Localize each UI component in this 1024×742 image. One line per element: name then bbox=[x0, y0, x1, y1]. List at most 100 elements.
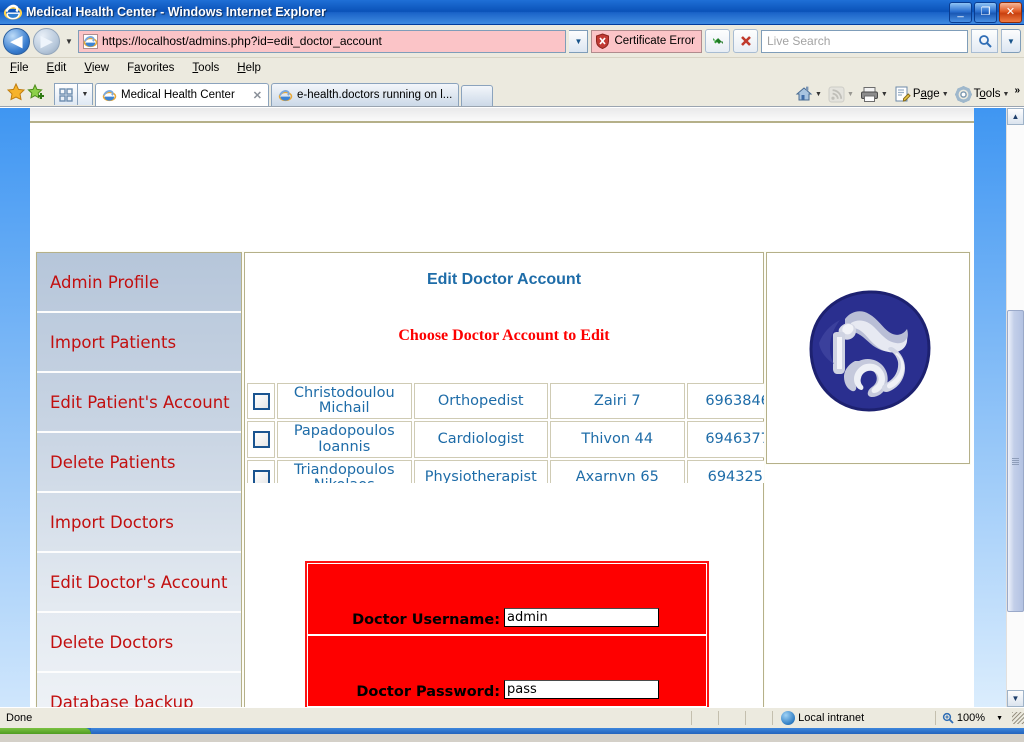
tab-list-dropdown[interactable]: ▼ bbox=[78, 83, 93, 105]
back-button[interactable]: ◀ bbox=[3, 27, 30, 55]
zoom-level-label: 100% bbox=[956, 712, 986, 724]
table-row[interactable]: Triandopoulos Nikolaos Physiotherapist A… bbox=[247, 459, 764, 483]
sidebar-item-edit-patients-account[interactable]: Edit Patient's Account bbox=[37, 373, 241, 433]
resize-grip-icon[interactable] bbox=[1012, 712, 1024, 724]
address-bar-dropdown[interactable]: ▼ bbox=[569, 29, 589, 53]
zoom-level-control[interactable]: 100% ▼ bbox=[936, 712, 1024, 724]
home-button[interactable]: ▼ bbox=[795, 85, 822, 103]
start-button[interactable] bbox=[0, 728, 92, 734]
doctor-address-cell: Axarnvn 65 bbox=[550, 459, 685, 483]
menu-item-file[interactable]: File bbox=[10, 62, 29, 74]
certificate-error-shield-icon bbox=[595, 33, 610, 50]
page-vertical-scrollbar[interactable]: ▲ ▼ bbox=[1006, 108, 1024, 707]
zoom-dropdown-icon[interactable]: ▼ bbox=[996, 715, 1003, 722]
scroll-down-button[interactable]: ▼ bbox=[1007, 690, 1024, 707]
favorites-star-icon[interactable] bbox=[6, 82, 26, 102]
menu-item-edit[interactable]: Edit bbox=[47, 62, 67, 74]
menu-item-tools[interactable]: Tools bbox=[192, 62, 219, 74]
doctor-name-cell: Papadopoulos Ioannis bbox=[277, 421, 412, 458]
print-button[interactable]: ▼ bbox=[860, 86, 888, 103]
password-label: Doctor Password: bbox=[356, 684, 500, 700]
row-checkbox[interactable] bbox=[252, 392, 270, 410]
scroll-up-button[interactable]: ▲ bbox=[1007, 108, 1024, 125]
quick-tabs-icon[interactable] bbox=[54, 83, 78, 105]
page-menu-button[interactable]: Page ▼ bbox=[894, 86, 949, 102]
sidebar-item-label: Delete Patients bbox=[50, 452, 176, 472]
address-bar-input[interactable]: https://localhost/admins.php?id=edit_doc… bbox=[78, 29, 567, 53]
doctor-name-cell: Triandopoulos Nikolaos bbox=[277, 459, 412, 483]
search-input[interactable]: Live Search bbox=[761, 29, 968, 53]
doctors-table: Christodoulou Michail Orthopedist Zairi … bbox=[245, 381, 764, 483]
intranet-globe-icon bbox=[781, 711, 796, 725]
doctor-specialty-cell: Orthopedist bbox=[413, 383, 548, 420]
search-placeholder: Live Search bbox=[767, 34, 831, 48]
chevron-down-icon[interactable]: ▼ bbox=[942, 91, 949, 98]
sidebar-item-delete-patients[interactable]: Delete Patients bbox=[37, 433, 241, 493]
tab-bar: ▼ Medical Health Center ✕ e-health.docto… bbox=[0, 78, 1024, 107]
row-checkbox-cell[interactable] bbox=[247, 383, 275, 420]
sidebar-item-import-doctors[interactable]: Import Doctors bbox=[37, 493, 241, 553]
tab-medical-health-center[interactable]: Medical Health Center ✕ bbox=[95, 83, 269, 106]
menu-item-favorites[interactable]: Favorites bbox=[127, 62, 174, 74]
sidebar-item-import-patients[interactable]: Import Patients bbox=[37, 313, 241, 373]
sidebar-item-label: Edit Doctor's Account bbox=[50, 572, 228, 592]
sidebar-item-delete-doctors[interactable]: Delete Doctors bbox=[37, 613, 241, 673]
sidebar-item-edit-doctors-account[interactable]: Edit Doctor's Account bbox=[37, 553, 241, 613]
search-provider-dropdown[interactable]: ▼ bbox=[1001, 29, 1021, 53]
web-page-content: Admin Profile Import Patients Edit Patie… bbox=[0, 108, 1006, 707]
row-checkbox[interactable] bbox=[252, 431, 270, 449]
minimize-button[interactable]: _ bbox=[949, 2, 972, 23]
chevron-down-icon[interactable]: ▼ bbox=[815, 91, 822, 98]
table-row[interactable]: Papadopoulos Ioannis Cardiologist Thivon… bbox=[247, 421, 764, 458]
chevron-down-icon[interactable]: ▼ bbox=[881, 91, 888, 98]
window-title-text: Medical Health Center - Windows Internet… bbox=[26, 5, 326, 19]
password-input[interactable]: pass bbox=[504, 680, 659, 699]
page-background-left-gradient bbox=[0, 108, 30, 707]
scrollbar-track[interactable] bbox=[1007, 125, 1024, 690]
tab-ehealth-doctors[interactable]: e-health.doctors running on l... bbox=[271, 83, 460, 106]
rss-feeds-button: ▼ bbox=[828, 86, 854, 103]
logo-panel bbox=[765, 251, 971, 465]
doctor-address-cell: Thivon 44 bbox=[550, 421, 685, 458]
chevron-down-icon[interactable]: ▼ bbox=[1003, 91, 1010, 98]
tab-label: Medical Health Center bbox=[121, 89, 235, 101]
doctor-phone-cell: 6963846323, bbox=[686, 383, 764, 420]
username-input[interactable]: admin bbox=[504, 608, 659, 627]
doctor-phone-cell: 6943253228 bbox=[686, 459, 764, 483]
toolbar-overflow-button[interactable]: » bbox=[1014, 85, 1020, 96]
status-divider bbox=[690, 711, 692, 725]
security-zone-indicator[interactable]: Local intranet bbox=[773, 711, 935, 725]
tools-menu-button[interactable]: Tools ▼ bbox=[954, 85, 1010, 103]
refresh-icon[interactable] bbox=[705, 29, 730, 53]
page-header-strip bbox=[30, 108, 974, 121]
status-divider bbox=[717, 711, 719, 725]
menu-item-view[interactable]: View bbox=[84, 62, 109, 74]
status-divider bbox=[745, 711, 747, 725]
table-row[interactable]: Christodoulou Michail Orthopedist Zairi … bbox=[247, 383, 764, 420]
stop-icon[interactable] bbox=[733, 29, 758, 53]
row-checkbox-cell[interactable] bbox=[247, 421, 275, 458]
scrollbar-thumb[interactable] bbox=[1007, 310, 1024, 612]
search-magnifier-icon[interactable] bbox=[971, 29, 998, 53]
taskbar-buttons[interactable] bbox=[91, 728, 1024, 734]
status-bar: Done Local intranet 100% ▼ bbox=[0, 707, 1024, 728]
url-text: https://localhost/admins.php?id=edit_doc… bbox=[102, 34, 382, 48]
command-toolbar: ▼ ▼ ▼ Page ▼ Tools ▼ » bbox=[795, 85, 1020, 103]
university-aegean-seal-icon bbox=[799, 283, 939, 423]
sidebar-item-label: Import Doctors bbox=[50, 512, 174, 532]
row-checkbox[interactable] bbox=[252, 469, 270, 483]
sidebar-item-admin-profile[interactable]: Admin Profile bbox=[37, 253, 241, 313]
forward-button[interactable]: ▶ bbox=[33, 27, 60, 55]
new-tab-button[interactable] bbox=[461, 85, 494, 106]
sidebar-item-database-backup[interactable]: Database backup bbox=[37, 673, 241, 708]
certificate-error-badge[interactable]: Certificate Error bbox=[591, 29, 702, 53]
add-to-favorites-icon[interactable] bbox=[26, 82, 46, 102]
chevron-down-icon: ▼ bbox=[846, 90, 854, 98]
menu-item-help[interactable]: Help bbox=[237, 62, 261, 74]
close-button[interactable]: ✕ bbox=[999, 2, 1022, 23]
tab-close-icon[interactable]: ✕ bbox=[253, 89, 262, 102]
restore-button[interactable]: ❐ bbox=[974, 2, 997, 23]
recent-pages-dropdown[interactable]: ▼ bbox=[63, 37, 75, 46]
ie-favicon-icon bbox=[102, 88, 117, 103]
row-checkbox-cell[interactable] bbox=[247, 459, 275, 483]
